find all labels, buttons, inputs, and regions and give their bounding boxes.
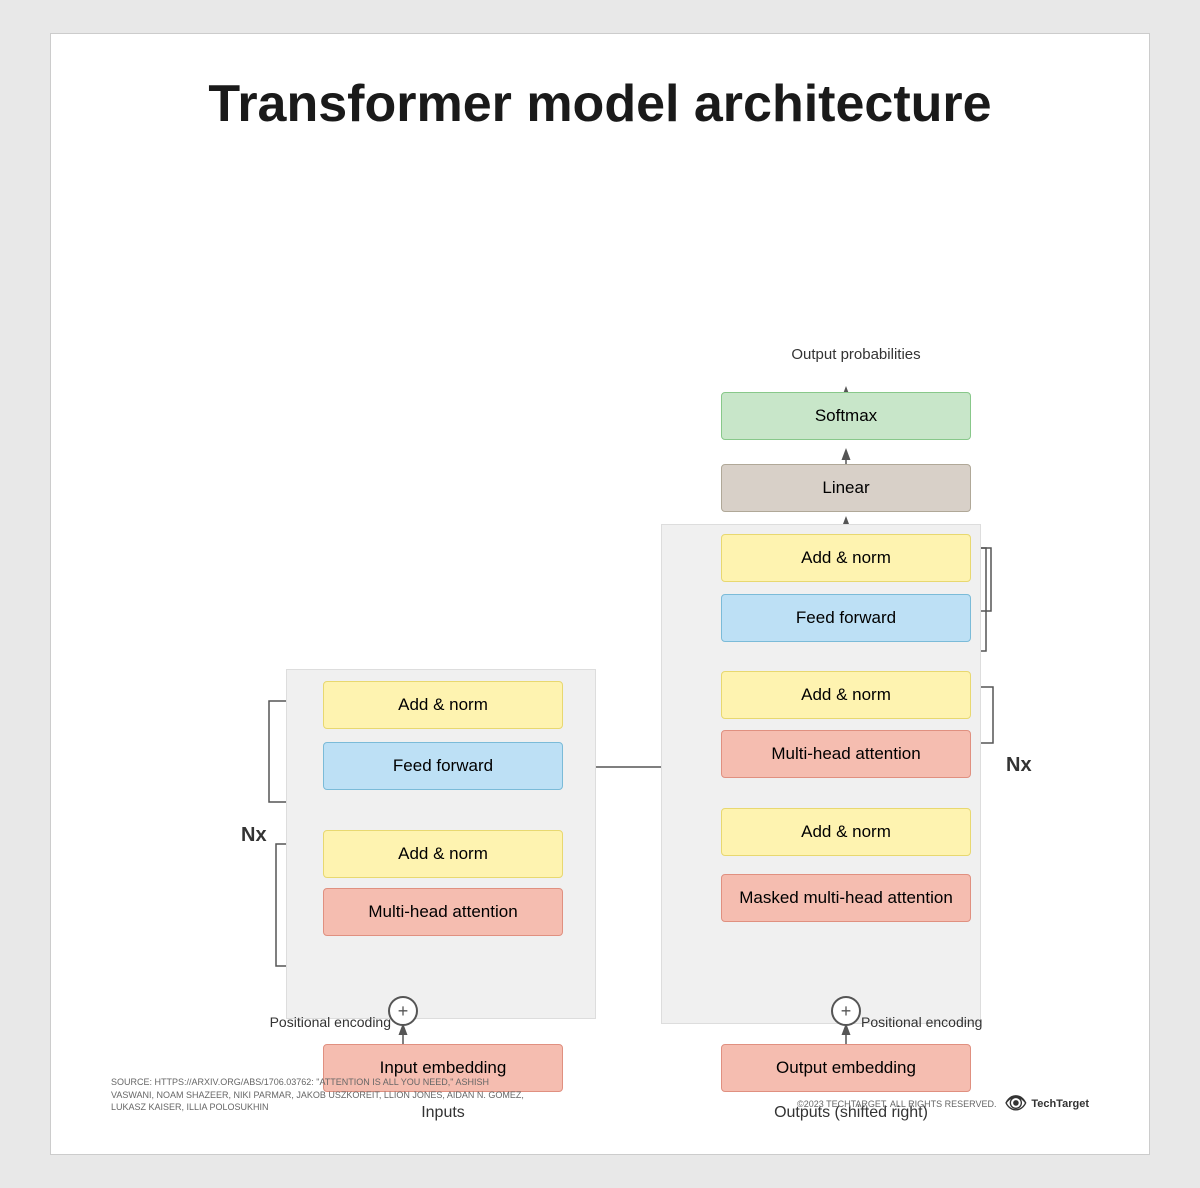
decoder-feed-forward: Feed forward xyxy=(721,594,971,642)
eye-icon: 👁 xyxy=(1004,1093,1027,1114)
encoder-nx-label: Nx xyxy=(241,824,267,847)
decoder-plus-circle: + xyxy=(831,996,861,1026)
encoder-add-norm-2: Add & norm xyxy=(323,830,563,878)
decoder-nx-label: Nx xyxy=(1006,754,1032,777)
decoder-add-norm-top: Add & norm xyxy=(721,534,971,582)
footer-source: SOURCE: HTTPS://ARXIV.ORG/ABS/1706.03762… xyxy=(111,1076,531,1114)
encoder-plus-circle: + xyxy=(388,996,418,1026)
encoder-feed-forward: Feed forward xyxy=(323,742,563,790)
encoder-multi-head: Multi-head attention xyxy=(323,888,563,936)
encoder-add-norm-1: Add & norm xyxy=(323,681,563,729)
page-title: Transformer model architecture xyxy=(101,74,1099,134)
softmax-box: Softmax xyxy=(721,392,971,440)
decoder-add-norm-mid: Add & norm xyxy=(721,671,971,719)
techtarget-logo: 👁 TechTarget xyxy=(1004,1093,1089,1114)
diagram-area: Add & norm Feed forward Add & norm Multi… xyxy=(101,174,1099,1124)
footer: SOURCE: HTTPS://ARXIV.ORG/ABS/1706.03762… xyxy=(101,1076,1099,1114)
linear-box: Linear xyxy=(721,464,971,512)
decoder-pos-encoding-label: Positional encoding xyxy=(861,1014,1041,1030)
footer-right: ©2023 TECHTARGET. ALL RIGHTS RESERVED. 👁… xyxy=(797,1093,1089,1114)
encoder-pos-encoding-label: Positional encoding xyxy=(241,1014,391,1030)
decoder-multi-head: Multi-head attention xyxy=(721,730,971,778)
page-container: Transformer model architecture xyxy=(50,33,1150,1155)
output-probs-label: Output probabilities xyxy=(756,346,956,363)
decoder-masked-multi-head: Masked multi-head attention xyxy=(721,874,971,922)
decoder-add-norm-bot: Add & norm xyxy=(721,808,971,856)
